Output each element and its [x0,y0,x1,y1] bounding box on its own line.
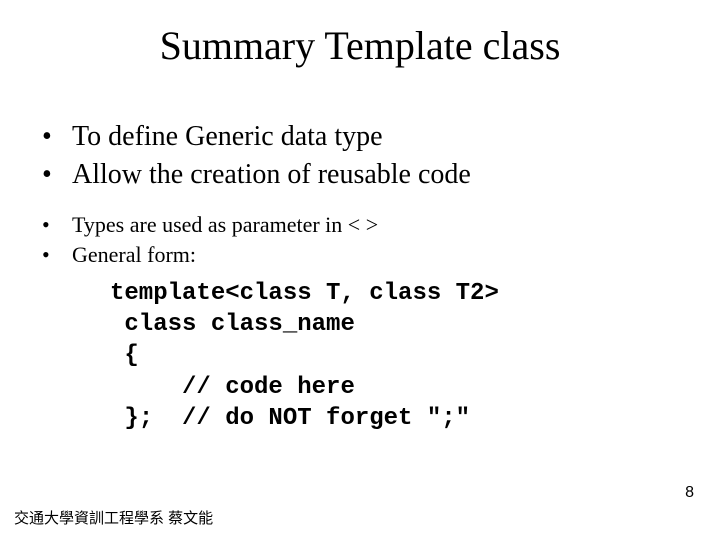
bullet-text: To define Generic data type [72,118,383,156]
bullet-item: • Allow the creation of reusable code [42,156,471,194]
code-line: // code here [110,374,355,401]
bullet-item: • Types are used as parameter in < > [42,210,378,240]
code-line: }; // do NOT forget ";" [110,405,470,432]
code-block: template<class T, class T2> class class_… [110,278,499,434]
footer-text: 交通大學資訓工程學系 蔡文能 [14,507,213,528]
slide: Summary Template class • To define Gener… [0,0,720,540]
bullet-item: • To define Generic data type [42,118,471,156]
slide-title: Summary Template class [0,22,720,69]
bullet-item: • General form: [42,240,378,270]
bullet-dot-icon: • [42,118,72,156]
bullet-text: Types are used as parameter in < > [72,210,378,240]
bullet-dot-icon: • [42,156,72,194]
bullet-dot-icon: • [42,240,72,270]
code-line: class class_name [110,311,355,338]
bullet-list-secondary: • Types are used as parameter in < > • G… [42,210,378,269]
bullet-text: General form: [72,240,196,270]
code-line: template<class T, class T2> [110,280,499,307]
bullet-text: Allow the creation of reusable code [72,156,471,194]
page-number: 8 [685,484,694,502]
bullet-list-primary: • To define Generic data type • Allow th… [42,118,471,194]
bullet-dot-icon: • [42,210,72,240]
code-line: { [110,342,139,369]
